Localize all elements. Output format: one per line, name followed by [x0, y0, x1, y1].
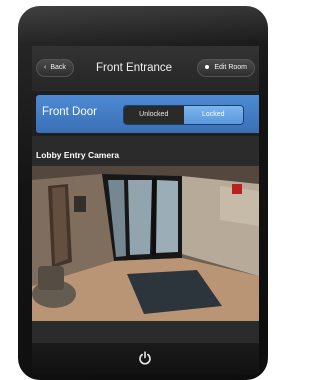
camera-title: Lobby Entry Camera	[36, 150, 120, 160]
back-button[interactable]: ‹ Back	[36, 59, 74, 77]
dot-icon	[205, 65, 210, 70]
locked-option[interactable]: Locked	[183, 106, 243, 124]
lock-bar: Front Door Unlocked Locked	[36, 95, 259, 133]
camera-image	[32, 166, 259, 321]
lock-toggle: Unlocked Locked	[123, 105, 244, 125]
back-label: Back	[50, 64, 66, 71]
edit-room-label: Edit Room	[214, 64, 247, 71]
camera-feed[interactable]	[32, 166, 259, 321]
unlocked-option[interactable]: Unlocked	[124, 106, 184, 124]
bottom-bar	[32, 343, 259, 374]
chevron-left-icon: ‹	[44, 64, 47, 71]
door-name: Front Door	[42, 106, 97, 118]
page-title: Front Entrance	[96, 62, 173, 74]
power-icon[interactable]	[138, 351, 152, 365]
app-screen: ‹ Back Front Entrance Edit Room Front Doo…	[32, 46, 259, 343]
edit-room-button[interactable]: Edit Room	[197, 59, 255, 77]
lock-panel: Front Door Unlocked Locked	[32, 91, 259, 136]
top-bar: ‹ Back Front Entrance Edit Room	[32, 46, 259, 90]
